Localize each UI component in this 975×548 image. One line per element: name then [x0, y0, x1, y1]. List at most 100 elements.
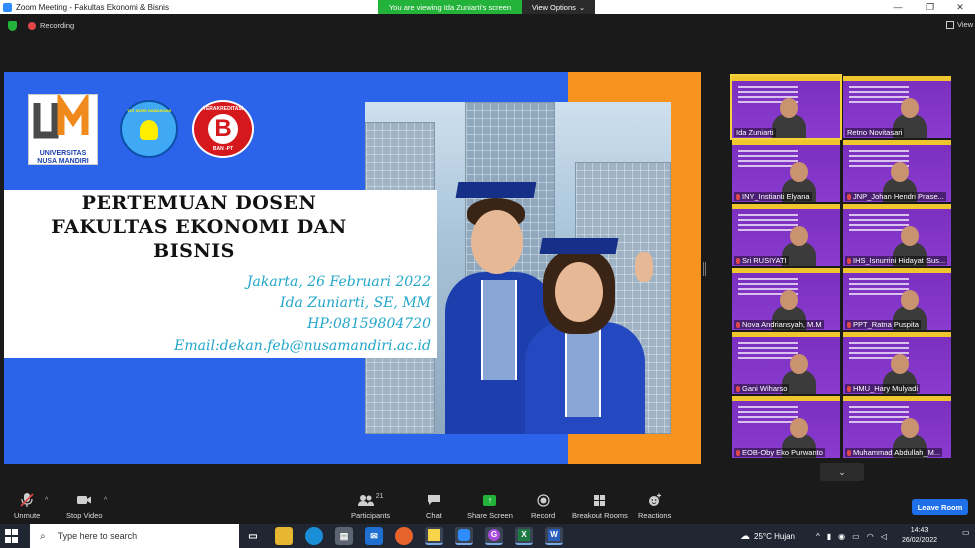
participant-name-text: PPT_Ratna Puspita — [853, 320, 919, 329]
view-options-button[interactable]: View Options ⌄ — [522, 0, 595, 14]
volume-icon[interactable]: ◁ — [881, 532, 887, 541]
meeting-info-row: Recording View — [0, 14, 975, 38]
gallery-next-page-button[interactable]: ⌄ — [820, 463, 864, 481]
record-button[interactable]: Record — [531, 492, 555, 520]
participant-name: HMU_Hary Mulyadi — [845, 384, 921, 393]
participant-tile[interactable]: JNP_Johan Hendri Prase... — [843, 140, 951, 202]
microphone-muted-icon — [736, 322, 740, 329]
close-button[interactable]: ✕ — [945, 0, 975, 14]
view-button[interactable]: View — [946, 20, 973, 29]
cloud-rain-icon: ☁ — [740, 530, 750, 542]
participant-tile[interactable]: Gani Wiharso — [732, 332, 840, 394]
participants-button[interactable]: 21 Participants — [351, 492, 390, 521]
share-screen-icon-wrap: ↑ — [483, 492, 497, 508]
participant-tile[interactable]: Ida Zuniarti — [730, 74, 842, 140]
graduate-woman-stole — [565, 327, 601, 417]
taskbar-search-placeholder: Type here to search — [57, 531, 138, 541]
share-screen-button[interactable]: ↑ Share Screen — [467, 492, 513, 520]
chat-bubble-icon — [427, 492, 441, 508]
minimize-button[interactable]: — — [883, 0, 913, 14]
microphone-muted-icon — [736, 258, 740, 265]
panel-resize-handle[interactable] — [703, 262, 706, 276]
word-icon[interactable]: W — [545, 527, 563, 545]
taskbar-clock[interactable]: 14:43 26/02/2022 — [902, 526, 937, 546]
maximize-button[interactable]: ❐ — [915, 0, 945, 14]
file-explorer-icon[interactable] — [275, 527, 293, 545]
participant-name-text: EOB-Oby Eko Purwanto — [742, 448, 823, 457]
participants-icon — [357, 495, 374, 506]
task-view-icon[interactable]: ▭ — [244, 527, 262, 545]
participant-tile[interactable]: Retno Novitasari — [843, 76, 951, 138]
view-options-label: View Options — [531, 2, 576, 12]
taskbar-search[interactable]: ⌕ Type here to search — [30, 524, 239, 548]
wifi-icon[interactable]: ◠ — [867, 532, 874, 541]
participant-name-text: IHS_Isnurrini Hidayat Sus... — [853, 256, 946, 265]
excel-icon[interactable]: X — [515, 527, 533, 545]
breakout-rooms-icon — [593, 492, 606, 508]
participant-name-text: Gani Wiharso — [742, 384, 788, 393]
shield-icon[interactable] — [8, 21, 17, 31]
audio-options-caret[interactable]: ^ — [45, 497, 48, 504]
windows-start-icon[interactable] — [5, 529, 19, 543]
graduate-man-cap — [455, 182, 537, 198]
chat-button[interactable]: Chat — [426, 492, 442, 520]
participant-tile[interactable]: EOB-Oby Eko Purwanto — [732, 396, 840, 458]
store-icon[interactable]: ▤ — [335, 527, 353, 545]
participant-head — [790, 418, 808, 438]
participant-tile[interactable]: IHS_Isnurrini Hidayat Sus... — [843, 204, 951, 266]
slide-phone: HP:08159804720 — [307, 316, 431, 332]
participant-tile[interactable]: Muhammad Abdullah_M... — [843, 396, 951, 458]
participant-name-text: Retno Novitasari — [847, 128, 903, 137]
reactions-button[interactable]: Reactions — [638, 492, 671, 520]
microphone-muted-icon — [847, 258, 851, 265]
stop-video-label: Stop Video — [66, 511, 103, 520]
battery-icon[interactable]: ▭ — [852, 532, 860, 541]
um-logo-mark-icon — [33, 91, 89, 139]
participant-tile[interactable]: Sri RUSIYATI — [732, 204, 840, 266]
participant-name: JNP_Johan Hendri Prase... — [845, 192, 946, 201]
video-options-caret[interactable]: ^ — [104, 497, 107, 504]
participant-head — [790, 162, 808, 182]
mail-icon[interactable]: ✉ — [365, 527, 383, 545]
participant-name: Nova Andriansyah, M.M — [734, 320, 824, 329]
microphone-muted-icon — [20, 492, 34, 508]
unmute-button[interactable]: Unmute — [14, 492, 40, 520]
accreditation-top-label: TERAKREDITASI — [202, 106, 244, 112]
app-g-icon[interactable]: G — [485, 527, 503, 545]
participant-tile[interactable]: INY_Instianti Elyana — [732, 140, 840, 202]
view-label: View — [957, 20, 974, 29]
participant-tile[interactable]: PPT_Ratna Puspita — [843, 268, 951, 330]
breakout-rooms-button[interactable]: Breakout Rooms — [572, 492, 628, 520]
graduate-woman-fist — [635, 252, 653, 282]
microphone-muted-icon — [847, 322, 851, 329]
chevron-down-icon: ⌄ — [838, 466, 846, 477]
graduate-woman-face — [555, 262, 603, 322]
windows-taskbar: ⌕ Type here to search ▭ ▤ ✉ G X W ☁ 25°C… — [0, 524, 975, 548]
app-tray-icon[interactable]: ◉ — [838, 532, 845, 541]
zoom-taskbar-icon[interactable] — [455, 527, 473, 545]
edge-browser-icon[interactable] — [305, 527, 323, 545]
microphone-muted-icon — [847, 386, 851, 393]
window-title: Zoom Meeting - Fakultas Ekonomi & Bisnis — [16, 2, 169, 12]
participant-video — [772, 98, 806, 138]
microphone-tray-icon[interactable]: ▮ — [827, 532, 831, 541]
accreditation-letter-bg: B — [208, 114, 238, 144]
video-camera-icon — [76, 492, 92, 508]
leave-room-button[interactable]: Leave Room — [912, 499, 968, 515]
stop-video-button[interactable]: Stop Video — [66, 492, 103, 520]
sticky-notes-icon[interactable] — [425, 527, 443, 545]
participant-head — [891, 354, 909, 374]
firefox-icon[interactable] — [395, 527, 413, 545]
participant-name-text: INY_Instianti Elyana — [742, 192, 810, 201]
participant-head — [780, 98, 798, 118]
participant-tile[interactable]: HMU_Hary Mulyadi — [843, 332, 951, 394]
weather-widget[interactable]: ☁ 25°C Hujan — [740, 524, 795, 548]
participant-tile[interactable]: Nova Andriansyah, M.M — [732, 268, 840, 330]
reactions-label: Reactions — [638, 511, 672, 520]
university-logo: UNIVERSITAS NUSA MANDIRI — [28, 91, 98, 165]
notifications-icon[interactable]: ▭ — [962, 528, 972, 544]
university-name: UNIVERSITAS NUSA MANDIRI — [37, 150, 89, 165]
tray-expand-icon[interactable]: ^ — [816, 532, 820, 541]
chevron-down-icon: ⌄ — [578, 2, 586, 12]
accreditation-letter: B — [214, 115, 232, 142]
